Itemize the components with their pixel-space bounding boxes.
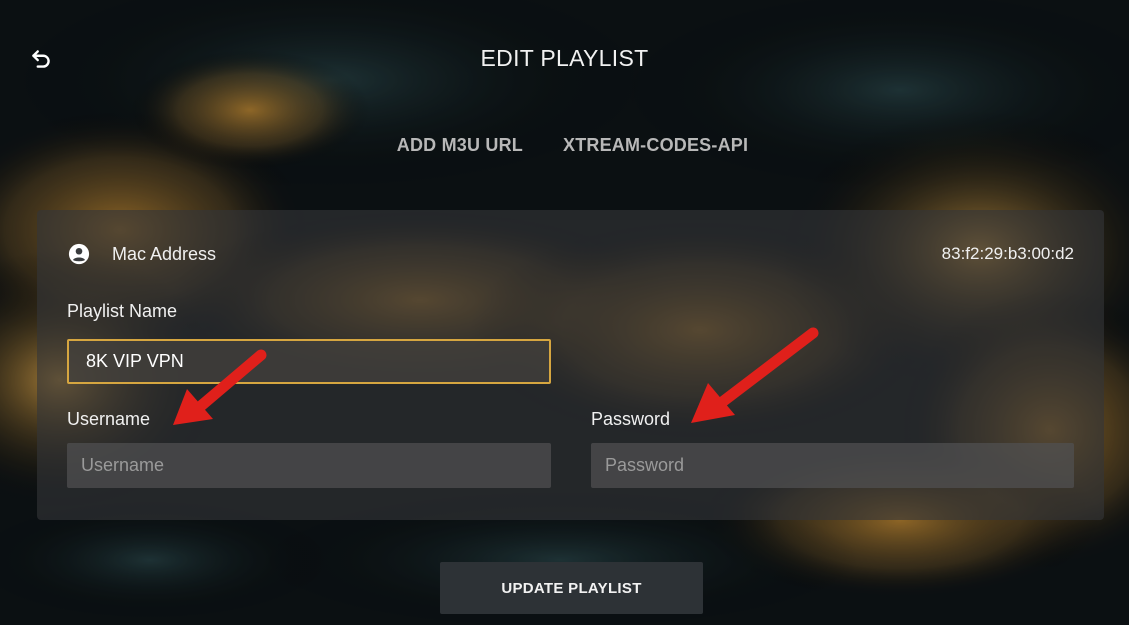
playlist-name-label: Playlist Name	[67, 301, 178, 321]
playlist-name-input[interactable]	[67, 339, 551, 384]
username-input[interactable]	[67, 443, 551, 488]
tab-bar: ADD M3U URL XTREAM-CODES-API	[0, 135, 1129, 156]
tab-add-m3u-url[interactable]: ADD M3U URL	[397, 135, 523, 156]
tab-xtream-codes-api[interactable]: XTREAM-CODES-API	[563, 135, 748, 156]
mac-address-value: 83:f2:29:b3:00:d2	[941, 244, 1074, 263]
username-label: Username	[67, 409, 151, 429]
page-title: EDIT PLAYLIST	[480, 45, 649, 71]
mac-address-row: Mac Address 83:f2:29:b3:00:d2	[68, 241, 1074, 267]
pointer-arrow-username	[173, 349, 267, 425]
update-playlist-button[interactable]: UPDATE PLAYLIST	[440, 562, 703, 614]
pointer-arrow-password	[691, 327, 819, 423]
password-input[interactable]	[591, 443, 1074, 488]
password-label: Password	[591, 409, 671, 429]
mac-address-label: Mac Address	[112, 243, 217, 264]
user-circle-icon	[68, 243, 90, 265]
